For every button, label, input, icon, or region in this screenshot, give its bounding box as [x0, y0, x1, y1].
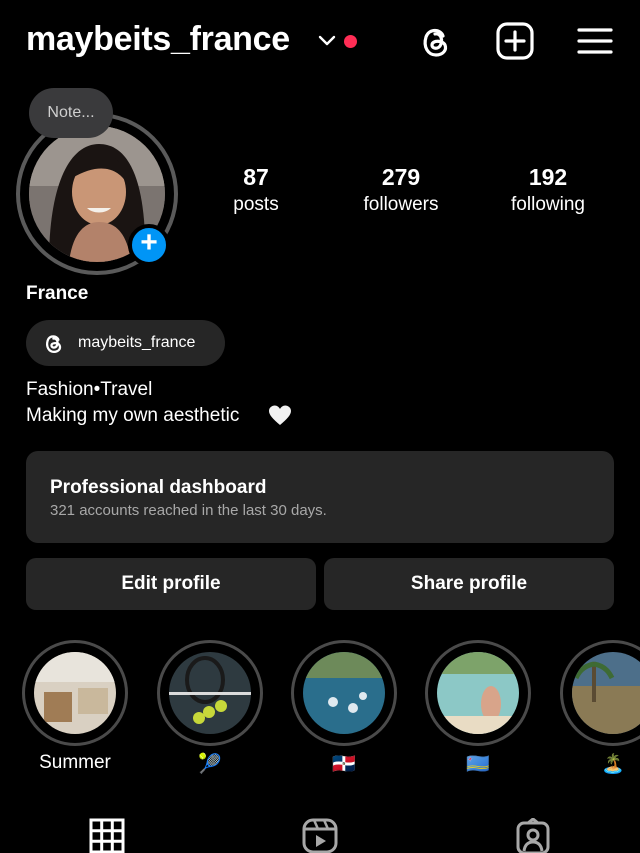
dashboard-title: Professional dashboard	[50, 477, 267, 498]
posts-label: posts	[233, 194, 279, 215]
following-count: 192	[528, 164, 568, 190]
edit-profile-button[interactable]: Edit profile	[26, 558, 316, 610]
followers-count: 279	[381, 164, 421, 190]
highlight-cover	[34, 652, 116, 734]
highlight-aruba[interactable]	[425, 640, 531, 746]
highlight-label: 🏝️	[601, 754, 625, 775]
account-switcher-username[interactable]: maybeits_france	[26, 20, 290, 59]
highlight-cover	[303, 652, 385, 734]
add-story-button[interactable]: +	[128, 224, 170, 266]
following-label: following	[511, 194, 585, 215]
notification-dot	[344, 35, 357, 48]
dashboard-subtitle: 321 accounts reached in the last 30 days…	[50, 502, 327, 519]
reels-icon[interactable]	[302, 818, 338, 853]
posts-stat[interactable]: 87 posts	[181, 164, 331, 216]
following-stat[interactable]: 192 following	[473, 164, 623, 216]
note-bubble[interactable]: Note...	[29, 88, 113, 138]
threads-handle: maybeits_france	[78, 334, 196, 351]
bio-line-2: Making my own aesthetic	[26, 405, 240, 426]
highlight-label: 🇦🇼	[466, 754, 490, 775]
threads-profile-link[interactable]: maybeits_france	[26, 320, 225, 366]
threads-icon[interactable]	[417, 22, 455, 60]
top-bar: maybeits_france	[0, 0, 640, 84]
followers-stat[interactable]: 279 followers	[326, 164, 476, 216]
threads-icon	[46, 335, 62, 353]
plus-icon: +	[140, 226, 158, 259]
highlight-label: 🇩🇴	[332, 754, 356, 775]
grid-icon[interactable]	[89, 818, 125, 853]
highlight-label: Summer	[39, 752, 111, 773]
highlight-cover	[572, 652, 640, 734]
highlight-island[interactable]	[560, 640, 640, 746]
highlight-cover	[437, 652, 519, 734]
highlight-dominican-republic[interactable]	[291, 640, 397, 746]
professional-dashboard[interactable]: Professional dashboard 321 accounts reac…	[26, 451, 614, 543]
followers-label: followers	[363, 194, 439, 215]
highlight-summer[interactable]	[22, 640, 128, 746]
create-post-icon[interactable]	[496, 22, 534, 60]
posts-count: 87	[243, 164, 269, 190]
highlight-label: 🎾	[198, 754, 222, 775]
highlight-tennis[interactable]	[157, 640, 263, 746]
profile-name: France	[26, 283, 89, 304]
chevron-down-icon[interactable]	[318, 34, 336, 48]
share-profile-button[interactable]: Share profile	[324, 558, 614, 610]
tagged-icon[interactable]	[515, 818, 551, 853]
menu-icon[interactable]	[576, 22, 614, 60]
highlight-cover	[169, 652, 251, 734]
white-heart-icon	[269, 405, 291, 425]
bio-line-1: Fashion•Travel	[26, 379, 153, 400]
